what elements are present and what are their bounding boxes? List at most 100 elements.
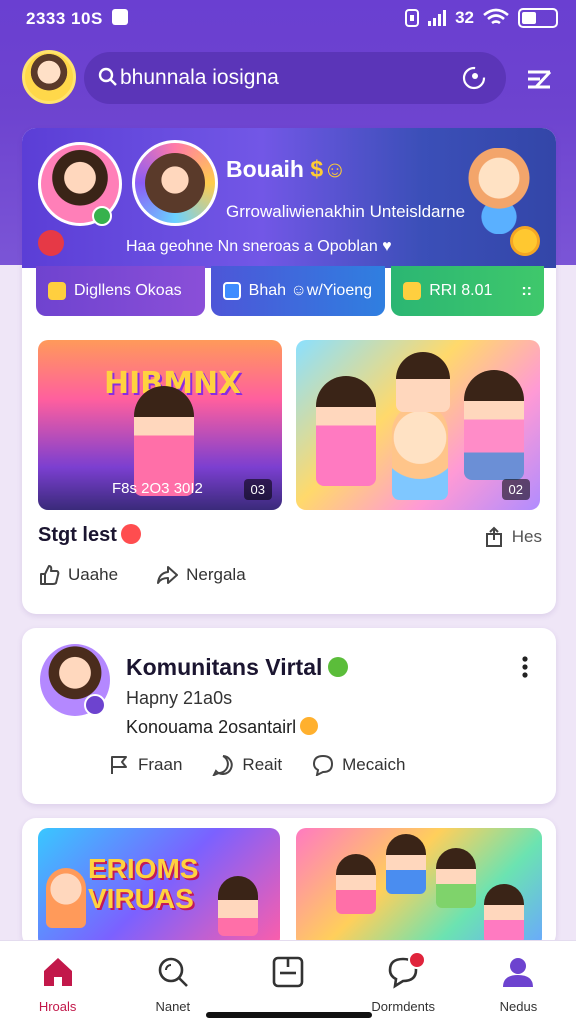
- creator-figure: [436, 848, 476, 908]
- status-icons: 32: [405, 8, 558, 28]
- nav-profile[interactable]: Nedus: [461, 941, 576, 1024]
- community-actions: Fraan Reait Mecaich: [108, 754, 405, 776]
- featured-post-card: Bouaih $☺ Grrowaliwienakhin Unteisldarne…: [22, 128, 556, 614]
- share-label: Hes: [511, 527, 542, 546]
- video-thumbnail[interactable]: [296, 828, 542, 948]
- stat-chip-1[interactable]: Digllens Okoas: [36, 266, 205, 316]
- like-label: Uaahe: [68, 565, 119, 584]
- video-thumbnail[interactable]: ERIOMS VIRUAS: [38, 828, 280, 948]
- more-icon[interactable]: ::: [521, 282, 532, 300]
- post-actions: Uaahe Nergala: [38, 564, 246, 586]
- sim-icon: [405, 9, 420, 27]
- home-icon: [43, 958, 72, 986]
- stat-chip-3[interactable]: RRI 8.01 ::: [391, 266, 544, 316]
- creator-figure: [396, 352, 450, 412]
- verified-badge-icon: [92, 206, 112, 226]
- search-input[interactable]: bhunnala iosigna: [120, 66, 279, 90]
- search-bar[interactable]: bhunnala iosigna: [84, 52, 506, 104]
- creator-figure: [316, 376, 376, 486]
- star-icon: [48, 282, 66, 300]
- profile-banner[interactable]: Bouaih $☺ Grrowaliwienakhin Unteisldarne…: [22, 128, 556, 268]
- share-icon: [485, 526, 502, 547]
- signal-text: 32: [455, 8, 474, 27]
- battery-icon: [518, 8, 558, 28]
- creator-figure: [484, 884, 524, 944]
- video-duration: 03: [243, 479, 272, 500]
- mascot-figure: [392, 404, 448, 500]
- search-icon: [158, 957, 188, 987]
- forward-button[interactable]: Nergala: [156, 564, 246, 586]
- more-options-icon[interactable]: [522, 656, 528, 678]
- stat-chips: Digllens Okoas Bhah ☺w/Yioeng RRI 8.01 :…: [36, 266, 544, 316]
- video-thumbnail[interactable]: HIBMNX F8s 2O3 30I2 03: [38, 340, 282, 510]
- nav-profile-label: Nedus: [499, 999, 538, 1014]
- community-description: Konouama 2osantairl: [126, 717, 319, 738]
- chat-bubble-icon: [313, 754, 334, 776]
- creator-figure: [464, 370, 524, 480]
- post-label: Stgt lest: [38, 524, 141, 547]
- comment-icon: [212, 755, 234, 776]
- thumbnail-caption: F8s 2O3 30I2: [112, 480, 203, 497]
- video-grid-card: ERIOMS VIRUAS: [22, 818, 556, 948]
- banner-tagline: Haa geohne Nn sneroas a Opoblan ♥: [126, 238, 392, 255]
- stat-chip-label: RRI 8.01: [429, 282, 493, 299]
- bookmark-icon: [222, 282, 241, 300]
- video-duration: 02: [501, 479, 530, 500]
- like-icon: [40, 565, 60, 585]
- message-button[interactable]: Mecaich: [312, 754, 405, 776]
- community-description-text: Konouama 2osantairl: [126, 717, 297, 737]
- community-subtitle: Hapny 21a0s: [126, 688, 233, 708]
- home-indicator[interactable]: [206, 1012, 372, 1018]
- flag-label: Fraan: [138, 755, 183, 774]
- post-label-text: Stgt lest: [38, 524, 117, 546]
- voice-search-icon[interactable]: [460, 64, 488, 92]
- wifi-icon: [483, 8, 509, 25]
- forward-label: Nergala: [186, 565, 246, 584]
- notification-badge: [407, 951, 426, 969]
- group-avatar[interactable]: [132, 140, 218, 226]
- share-button[interactable]: Hes: [484, 526, 542, 548]
- verified-icon: [328, 657, 349, 677]
- flag-button[interactable]: Fraan: [108, 754, 182, 776]
- like-button[interactable]: Uaahe: [38, 564, 118, 586]
- calendar-icon: [272, 956, 304, 988]
- list-icon: [403, 282, 422, 300]
- status-bar: 2333 10S 32: [0, 0, 576, 38]
- react-label: Reait: [242, 755, 283, 774]
- creator-figure: [218, 876, 258, 936]
- emoji-icon: [300, 717, 319, 735]
- community-post-card: Komunitans Virtal Hapny 21a0s Konouama 2…: [22, 628, 556, 804]
- nav-home[interactable]: Hroals: [0, 941, 115, 1024]
- profile-icon: [503, 958, 534, 987]
- user-avatar[interactable]: [22, 50, 76, 104]
- flag-icon: [111, 756, 127, 774]
- coin-icon[interactable]: [510, 226, 540, 256]
- message-label: Mecaich: [342, 755, 406, 774]
- banner-name-emoji: $☺: [310, 156, 347, 182]
- banner-subtitle: Grrowaliwienakhin Unteisldarne: [226, 202, 466, 221]
- creator-figure: [386, 834, 426, 894]
- app-notification-icon: [112, 9, 128, 25]
- share-arrow-icon: [157, 566, 179, 584]
- status-time: 2333 10S: [26, 9, 103, 28]
- banner-name-text: Bouaih: [226, 156, 304, 182]
- stat-chip-label: Digllens Okoas: [74, 282, 182, 299]
- react-button[interactable]: Reait: [212, 754, 282, 776]
- badge-icon: [84, 694, 106, 716]
- banner-name: Bouaih $☺: [226, 156, 347, 183]
- stat-chip-label: Bhah ☺w/Yioeng: [248, 282, 373, 299]
- video-thumbnail[interactable]: 02: [296, 340, 540, 510]
- nav-home-label: Hroals: [38, 999, 77, 1014]
- signal-icon: [428, 10, 447, 26]
- community-title[interactable]: Komunitans Virtal: [126, 654, 349, 681]
- cartoon-figure: [46, 868, 86, 928]
- mascot-illustration: [462, 148, 536, 234]
- search-icon: [98, 67, 117, 86]
- play-icon[interactable]: [38, 230, 64, 256]
- app-header: bhunnala iosigna: [0, 42, 576, 114]
- stat-chip-2[interactable]: Bhah ☺w/Yioeng: [210, 266, 386, 316]
- community-title-text: Komunitans Virtal: [126, 654, 323, 680]
- heart-icon: [120, 524, 141, 544]
- menu-icon[interactable]: [524, 64, 554, 94]
- creator-figure: [336, 854, 376, 914]
